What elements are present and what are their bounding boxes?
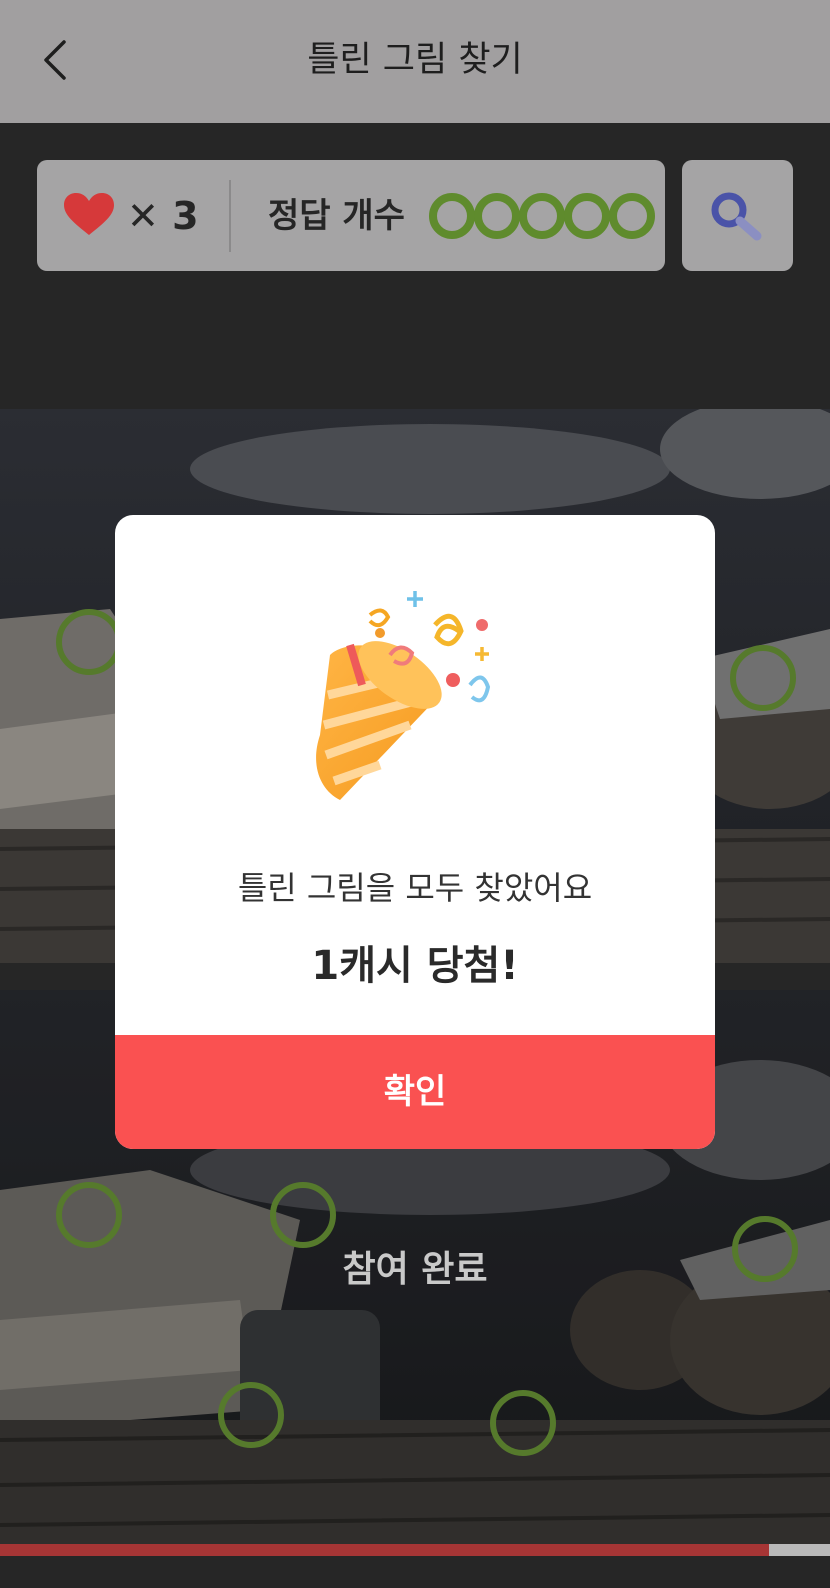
answer-indicator [474, 193, 520, 239]
app-header: 틀린 그림 찾기 [0, 0, 830, 123]
found-spot-marker [270, 1182, 336, 1248]
success-dialog: 틀린 그림을 모두 찾았어요 1캐시 당첨! 확인 [115, 515, 715, 1149]
found-spot-marker [730, 645, 796, 711]
magnifier-icon [711, 192, 762, 241]
page-title: 틀린 그림 찾기 [307, 40, 523, 80]
answer-indicator [609, 193, 655, 239]
lives-count: ✕ 3 [127, 194, 199, 238]
hint-search-button[interactable] [682, 160, 793, 271]
found-spot-marker [56, 1182, 122, 1248]
heart-icon [64, 193, 114, 235]
timer-progress-fill [0, 1544, 770, 1556]
success-message: 틀린 그림을 모두 찾았어요 [237, 869, 593, 907]
answer-indicators [429, 190, 665, 240]
participation-complete-label: 참여 완료 [342, 1249, 488, 1290]
divider [229, 180, 231, 252]
answer-indicator [564, 193, 610, 239]
confirm-button[interactable]: 확인 [115, 1035, 715, 1149]
answer-indicator [519, 193, 565, 239]
answer-indicator [429, 193, 475, 239]
answer-count-label: 정답 개수 [268, 196, 405, 236]
status-panel: ✕ 3 정답 개수 [37, 160, 665, 271]
timer-progress-bar [0, 1544, 830, 1556]
found-spot-marker [218, 1382, 284, 1448]
found-spot-marker [490, 1390, 556, 1456]
prize-text: 1캐시 당첨! [311, 943, 519, 989]
found-spot-marker [56, 609, 122, 675]
party-popper-icon [316, 591, 491, 800]
